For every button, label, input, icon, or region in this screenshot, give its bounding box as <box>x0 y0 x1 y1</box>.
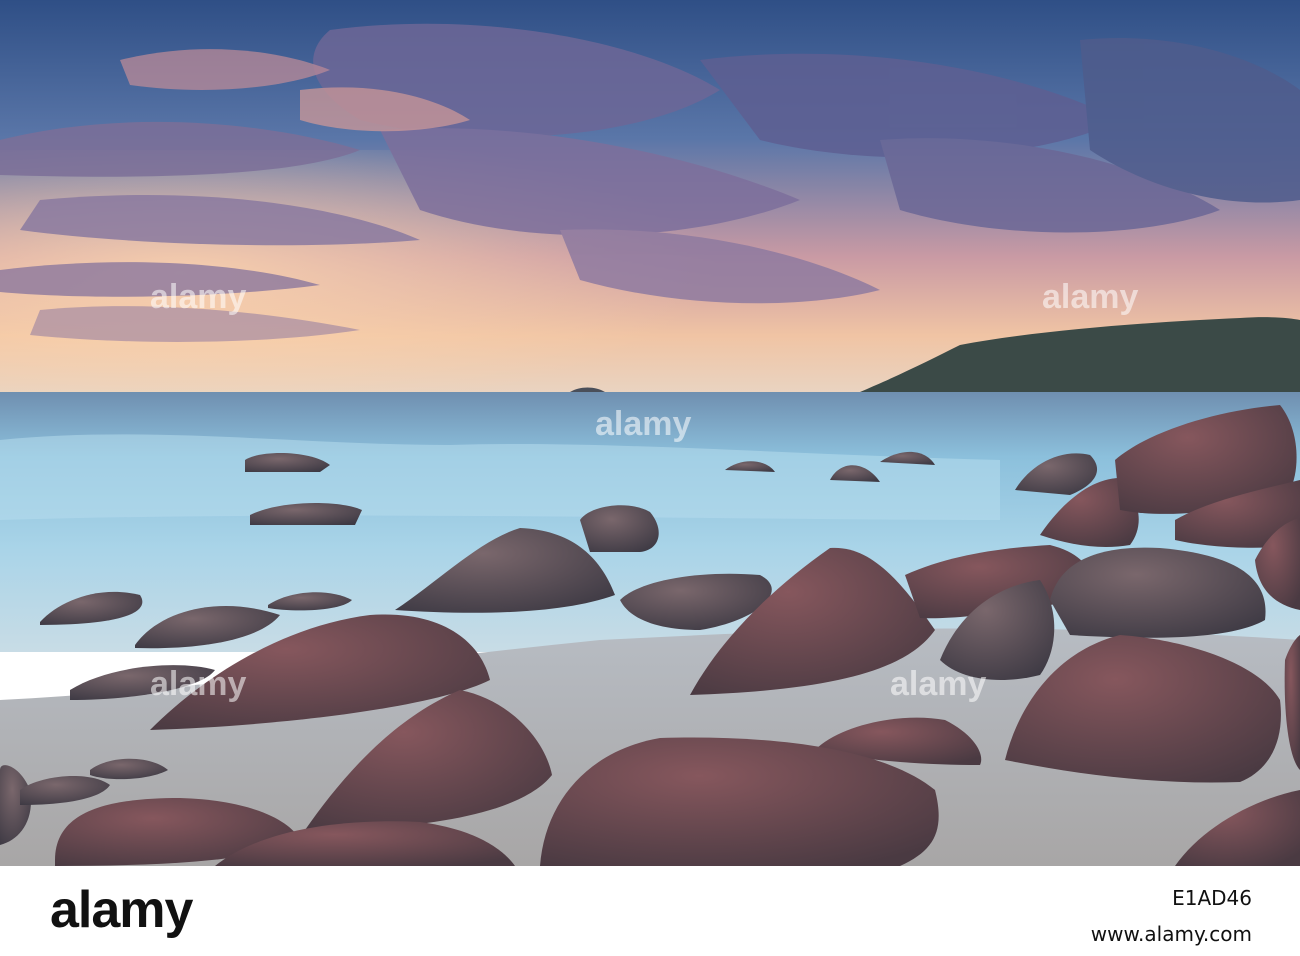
stock-photo: alamy alamy alamy alamy alamy <box>0 0 1300 866</box>
photo-scene <box>0 0 1300 866</box>
stock-footer: alamy E1AD46 www.alamy.com <box>0 866 1300 956</box>
image-id: E1AD46 <box>1172 886 1252 910</box>
alamy-logo: alamy <box>50 881 193 939</box>
site-url: www.alamy.com <box>1090 922 1252 946</box>
